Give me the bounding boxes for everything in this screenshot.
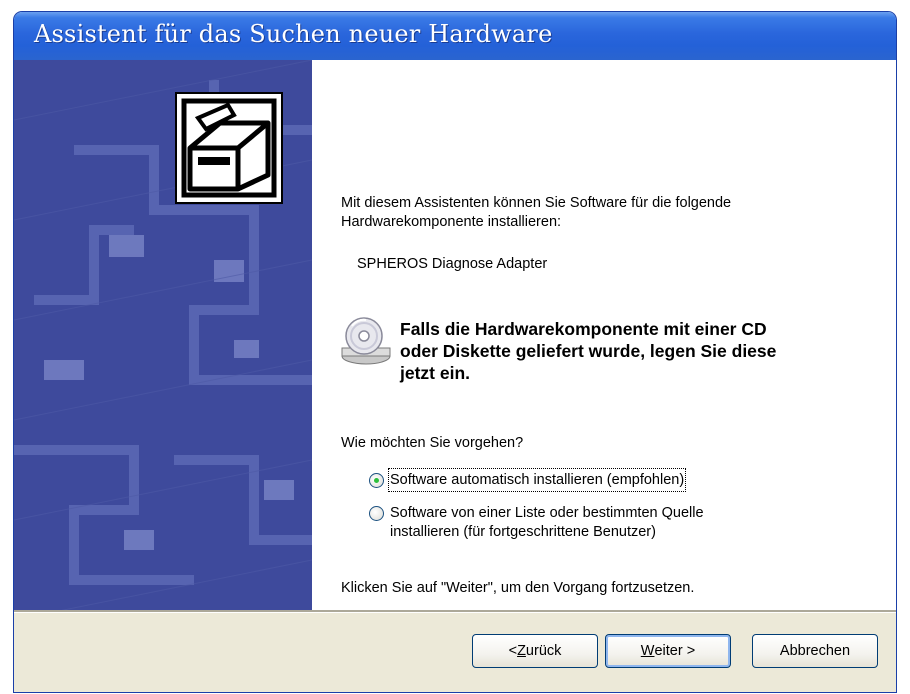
question-text: Wie möchten Sie vorgehen? — [341, 435, 524, 451]
next-button-key: W — [640, 643, 655, 659]
cd-notice-line1: Falls die Hardwarekomponente mit einer C… — [400, 319, 767, 339]
radio-manual-install[interactable] — [369, 506, 384, 521]
button-bar: < Zurück Weiter > Abbrechen — [14, 613, 896, 692]
device-name: SPHEROS Diagnose Adapter — [357, 256, 548, 272]
wizard-side-panel — [14, 60, 312, 610]
back-button[interactable]: < Zurück — [472, 634, 598, 668]
window-title: Assistent für das Suchen neuer Hardware — [34, 20, 553, 48]
continue-hint: Klicken Sie auf "Weiter", um den Vorgang… — [341, 580, 695, 596]
radio-selected-dot — [374, 478, 379, 483]
radio-auto-install[interactable] — [369, 473, 384, 488]
back-button-rest: urück — [525, 643, 562, 659]
intro-text-line2: Hardwarekomponente installieren: — [341, 214, 562, 230]
wizard-window: Assistent für das Suchen neuer Hardware — [14, 12, 896, 692]
next-button-rest: eiter > — [654, 643, 696, 659]
cd-notice-line2: oder Diskette geliefert wurde, legen Sie… — [400, 341, 777, 361]
title-bar[interactable]: Assistent für das Suchen neuer Hardware — [14, 12, 896, 60]
back-button-prefix: < — [508, 643, 518, 659]
cd-drive-icon — [341, 317, 391, 365]
wizard-content: Mit diesem Assistenten können Sie Softwa… — [312, 60, 896, 610]
radio-manual-install-label-line2[interactable]: installieren (für fortgeschrittene Benut… — [390, 522, 656, 542]
radio-manual-install-label-line1[interactable]: Software von einer Liste oder bestimmten… — [390, 503, 704, 523]
intro-text-line1: Mit diesem Assistenten können Sie Softwa… — [341, 195, 732, 211]
hardware-drive-icon — [175, 92, 283, 204]
next-button[interactable]: Weiter > — [605, 634, 731, 668]
cd-notice-line3: jetzt ein. — [400, 363, 471, 383]
radio-auto-install-label[interactable]: Software automatisch installieren (empfo… — [387, 468, 687, 492]
radio-auto-install-text: Software automatisch installieren (empfo… — [390, 472, 685, 488]
side-panel-graphic — [14, 60, 312, 610]
cancel-button[interactable]: Abbrechen — [752, 634, 878, 668]
back-button-key: Z — [517, 643, 526, 659]
